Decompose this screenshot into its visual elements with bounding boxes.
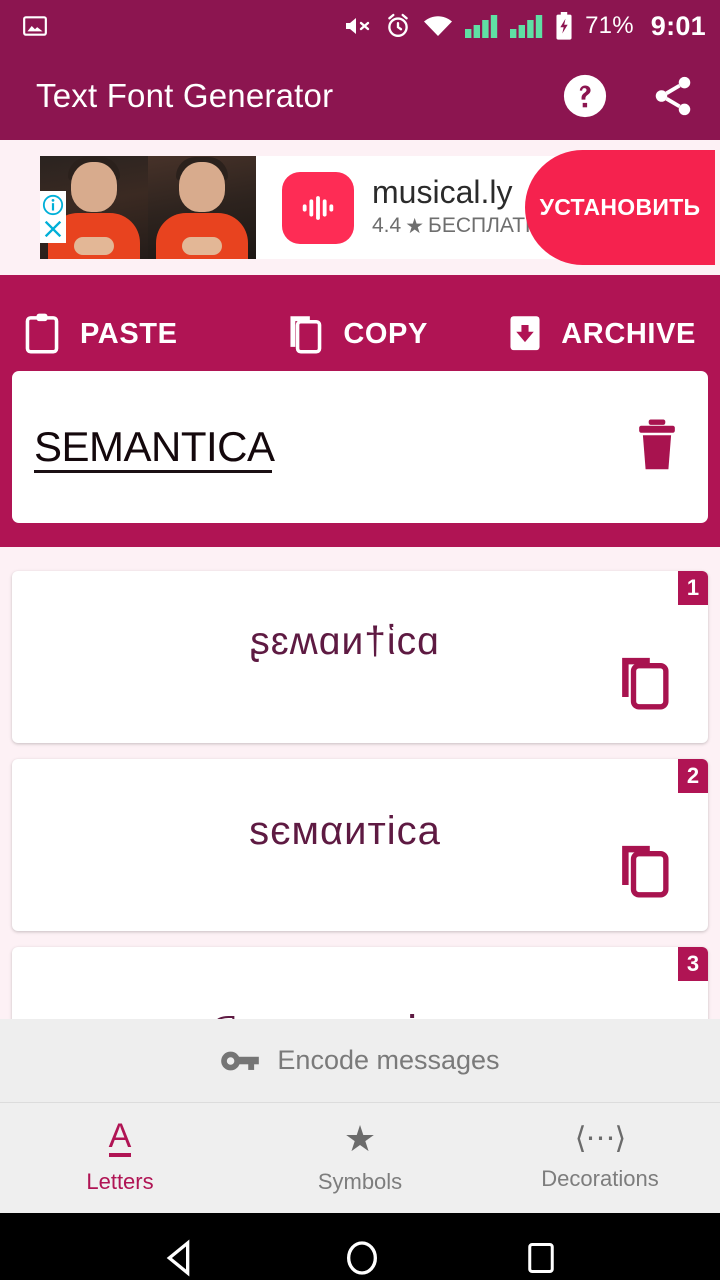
copy-label: COPY bbox=[343, 317, 428, 350]
result-index-badge: 1 bbox=[678, 571, 708, 605]
musicly-logo-icon bbox=[302, 195, 334, 220]
result-index-badge: 3 bbox=[678, 947, 708, 981]
bottom-tab-bar: A Letters ★ Symbols ⟨⋯⟩ Decorations bbox=[0, 1103, 720, 1213]
ad-install-button[interactable]: УСТАНОВИТЬ bbox=[525, 150, 715, 265]
tab-symbols[interactable]: ★ Symbols bbox=[240, 1121, 480, 1195]
ad-controls bbox=[40, 191, 66, 244]
letter-a-icon: A bbox=[108, 1119, 132, 1158]
ad-rating: 4.4 bbox=[372, 214, 402, 238]
list-item[interactable]: ʂɛʍɑи†ἱcɑ 1 bbox=[12, 571, 708, 743]
signal-icon bbox=[510, 15, 543, 38]
ad-figure-face bbox=[179, 162, 225, 212]
clock: 9:01 bbox=[650, 10, 706, 41]
result-text: ꍌᏋᙏᗩᑎᎢᓰᑕᗩ bbox=[149, 1008, 571, 1020]
ad-close-icon[interactable] bbox=[42, 218, 64, 240]
ad-figure-hands bbox=[74, 237, 114, 255]
copy-icon bbox=[622, 845, 669, 898]
ad-figure-face bbox=[71, 162, 117, 212]
paste-label: PASTE bbox=[80, 317, 178, 350]
ad-thumbnail-frame bbox=[148, 156, 256, 259]
result-text: ʂɛʍɑи†ἱcɑ bbox=[250, 620, 440, 663]
app-root: 71% 9:01 Text Font Generator musical.ly … bbox=[0, 0, 720, 1280]
battery-charging-icon bbox=[556, 12, 572, 40]
list-item[interactable]: ѕємαитіca 2 bbox=[12, 759, 708, 931]
clear-text-button[interactable] bbox=[632, 417, 682, 478]
tab-letters-label: Letters bbox=[86, 1169, 154, 1195]
image-icon bbox=[23, 16, 47, 36]
ad-figure-hands bbox=[182, 237, 222, 255]
tab-decorations[interactable]: ⟨⋯⟩ Decorations bbox=[480, 1124, 720, 1192]
archive-icon bbox=[510, 316, 540, 351]
app-bar: Text Font Generator bbox=[0, 52, 720, 140]
trash-icon bbox=[639, 418, 675, 469]
result-text: ѕємαитіca bbox=[249, 808, 441, 853]
tab-letters[interactable]: A Letters bbox=[0, 1119, 240, 1196]
text-input-value: SEMANTICA bbox=[34, 422, 275, 470]
text-input-field[interactable]: SEMANTICA bbox=[34, 422, 275, 473]
star-icon: ★ bbox=[343, 1118, 377, 1159]
ad-app-icon bbox=[282, 171, 354, 244]
angle-brackets-icon: ⟨⋯⟩ bbox=[574, 1122, 626, 1155]
status-bar-right: 71% 9:01 bbox=[343, 11, 706, 42]
input-section: SEMANTICA bbox=[0, 371, 720, 547]
tab-decorations-label: Decorations bbox=[541, 1166, 659, 1191]
wifi-icon bbox=[424, 16, 453, 36]
encode-messages-bar[interactable]: Encode messages bbox=[0, 1019, 720, 1103]
status-bar-left bbox=[22, 13, 343, 39]
text-input-card[interactable]: SEMANTICA bbox=[12, 371, 708, 523]
alarm-icon bbox=[388, 13, 408, 37]
help-icon[interactable] bbox=[562, 73, 608, 119]
star-icon: ★ bbox=[405, 214, 425, 238]
copy-icon bbox=[290, 316, 322, 354]
result-index-badge: 2 bbox=[678, 759, 708, 793]
ad-banner[interactable]: musical.ly 4.4 ★ БЕСПЛАТНО УСТАНОВИТЬ bbox=[0, 140, 720, 275]
results-list[interactable]: ʂɛʍɑи†ἱcɑ 1 ѕємαитіca 2 ꍌᏋᙏᗩᑎᎢᓰᑕᗩ 3 bbox=[0, 547, 720, 1019]
app-bar-actions bbox=[562, 73, 696, 119]
action-toolbar-row: PASTE COPY ARCHIVE bbox=[0, 297, 720, 371]
ad-info-icon[interactable] bbox=[42, 194, 64, 216]
key-icon bbox=[221, 1051, 260, 1070]
encode-messages-label: Encode messages bbox=[277, 1045, 500, 1075]
paste-icon bbox=[25, 313, 59, 354]
copy-button[interactable]: COPY bbox=[227, 313, 490, 355]
ad-content: musical.ly 4.4 ★ БЕСПЛАТНО УСТАНОВИТЬ bbox=[40, 150, 715, 265]
page-title: Text Font Generator bbox=[36, 77, 334, 114]
archive-button[interactable]: ARCHIVE bbox=[491, 313, 698, 355]
copy-icon bbox=[622, 657, 669, 710]
tab-symbols-label: Symbols bbox=[317, 1169, 403, 1194]
volume-mute-icon bbox=[346, 18, 370, 34]
share-icon[interactable] bbox=[650, 73, 696, 119]
list-item[interactable]: ꍌᏋᙏᗩᑎᎢᓰᑕᗩ 3 bbox=[12, 947, 708, 1019]
action-toolbar: PASTE COPY ARCHIVE SEMANTICA bbox=[0, 275, 720, 547]
archive-label: ARCHIVE bbox=[561, 317, 696, 350]
ad-thumbnail bbox=[40, 156, 256, 259]
signal-icon bbox=[465, 15, 498, 38]
paste-button[interactable]: PASTE bbox=[22, 313, 227, 355]
status-bar: 71% 9:01 bbox=[0, 0, 720, 52]
home-icon[interactable] bbox=[342, 1238, 382, 1278]
copy-result-button[interactable] bbox=[616, 841, 672, 904]
android-nav-bar bbox=[0, 1213, 720, 1280]
copy-result-button[interactable] bbox=[616, 653, 672, 716]
battery-percent: 71% bbox=[585, 12, 634, 39]
recents-icon[interactable] bbox=[523, 1240, 559, 1276]
back-icon[interactable] bbox=[161, 1238, 201, 1278]
